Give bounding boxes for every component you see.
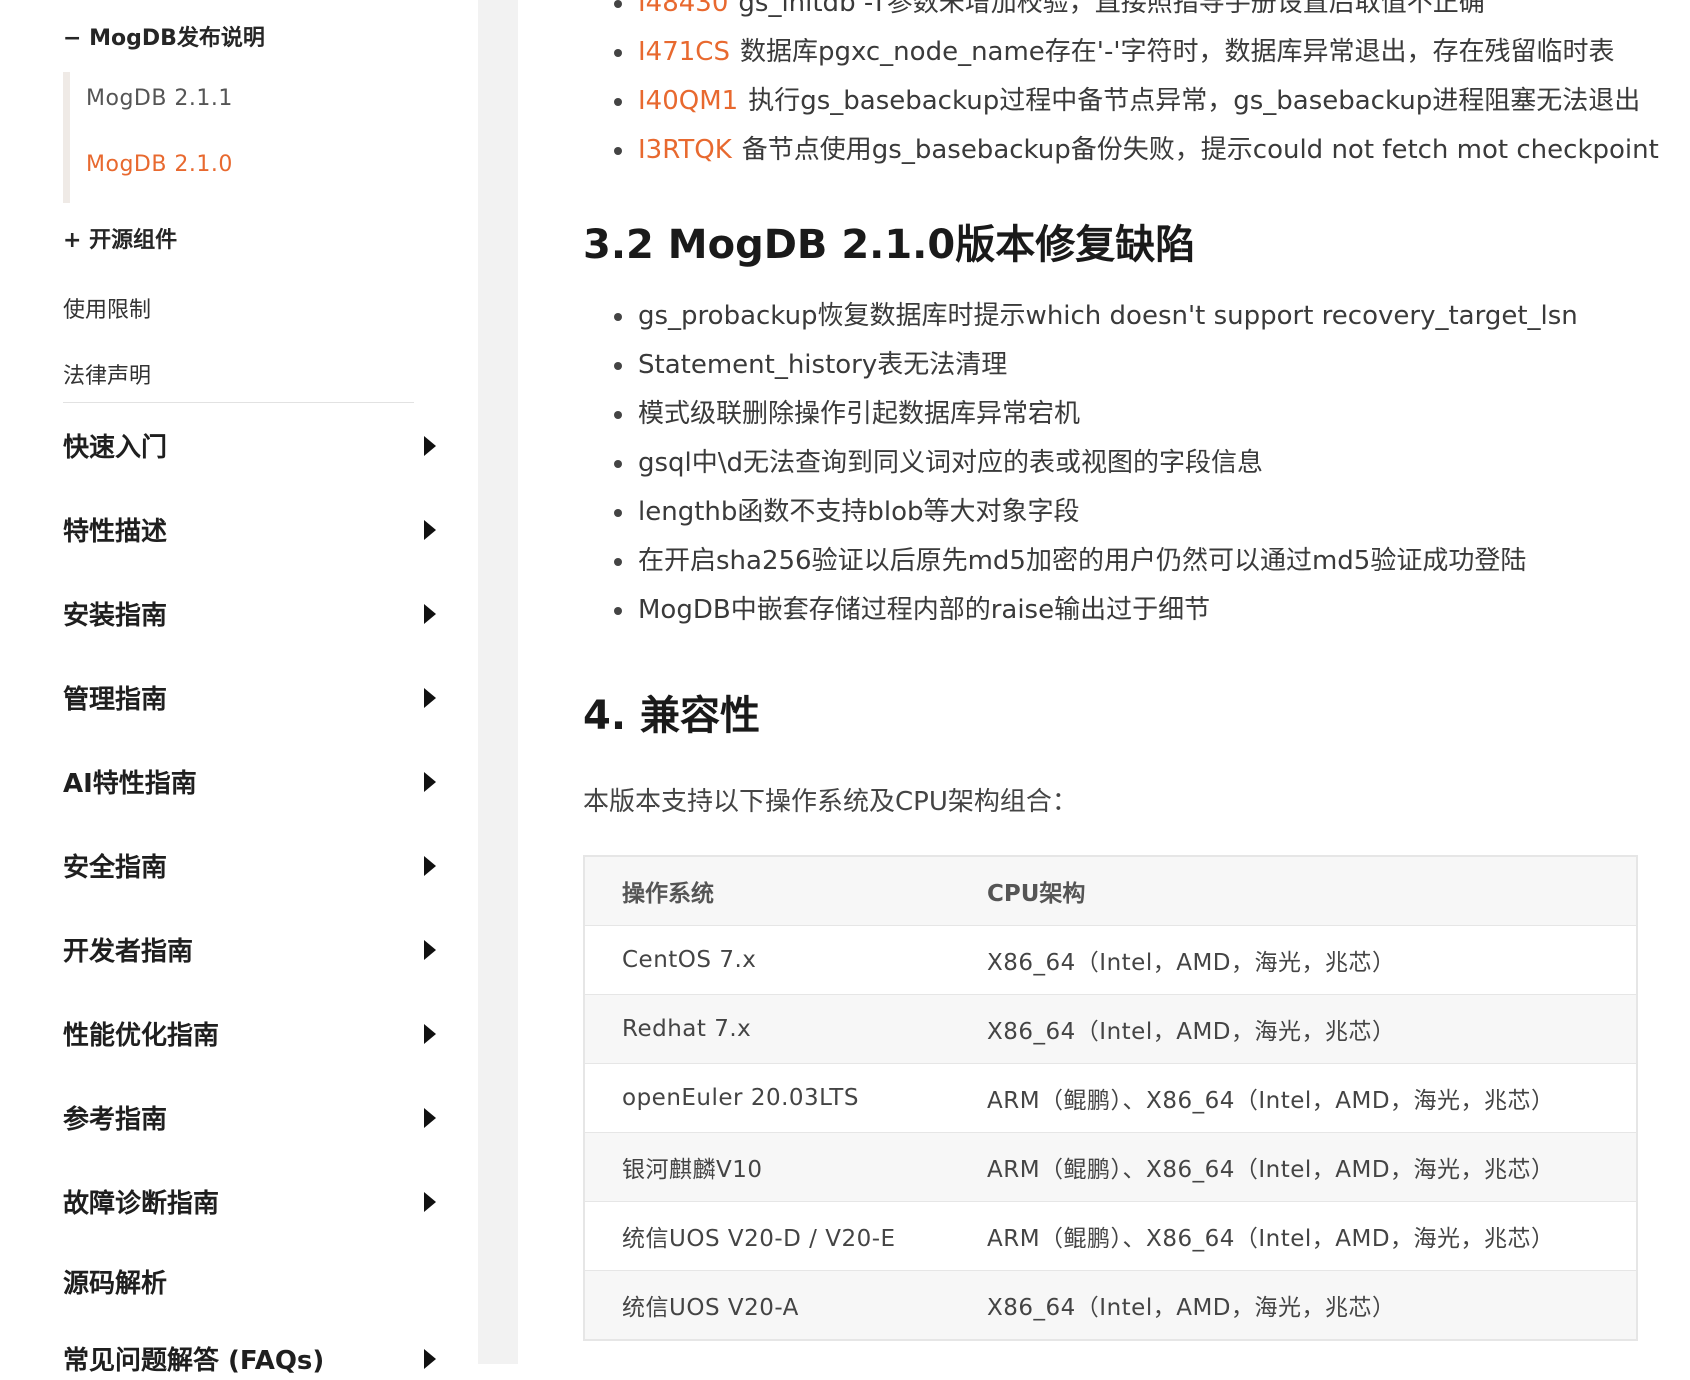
- list-item: I3RTQK 备节点使用gs_basebackup备份失败，提示could not…: [518, 133, 1659, 182]
- sidebar-section-ai[interactable]: AI特性指南: [63, 763, 443, 803]
- section-heading-3-2: 3.2 MogDB 2.1.0版本修复缺陷: [583, 222, 1196, 268]
- main-content: I48430 gs_initdb -T参数未增加校验，直接照指导手册设置后取值不正…: [518, 0, 1690, 1364]
- expand-arrow-icon: [424, 520, 436, 540]
- expand-arrow-icon: [424, 1108, 436, 1128]
- compat-table: 操作系统 CPU架构 CentOS 7.x X86_64（Intel，AMD，海光…: [583, 855, 1638, 1341]
- sidebar-section-performance[interactable]: 性能优化指南: [63, 1015, 443, 1055]
- sidebar-section-label: AI特性指南: [63, 769, 197, 799]
- sidebar-section-faqs[interactable]: 常见问题解答 (FAQs): [63, 1340, 443, 1380]
- sidebar-section-label: 安全指南: [63, 853, 168, 883]
- fix-list: gs_probackup恢复数据库时提示which doesn't suppor…: [518, 299, 1578, 642]
- issue-text: 执行gs_basebackup过程中备节点异常，gs_basebackup进程阻…: [748, 86, 1641, 116]
- sidebar-item-legal[interactable]: 法律声明: [63, 358, 151, 390]
- table-cell-cpu: X86_64（Intel，AMD，海光，兆芯）: [950, 925, 1637, 995]
- table-row: 统信UOS V20-D / V20-E ARM（鲲鹏）、X86_64（Intel，…: [584, 1201, 1637, 1271]
- expand-arrow-icon: [424, 940, 436, 960]
- issue-link[interactable]: I40QM1: [638, 86, 738, 116]
- table-cell-cpu: ARM（鲲鹏）、X86_64（Intel，AMD，海光，兆芯）: [950, 1063, 1637, 1133]
- expand-arrow-icon: [424, 1192, 436, 1212]
- issue-link[interactable]: I471CS: [638, 37, 730, 67]
- sidebar-item-mogdb-211[interactable]: MogDB 2.1.1: [86, 86, 233, 111]
- list-item: 模式级联删除操作引起数据库异常宕机: [518, 397, 1578, 446]
- table-cell-os: CentOS 7.x: [584, 925, 950, 995]
- sidebar-section-reference[interactable]: 参考指南: [63, 1099, 443, 1139]
- table-header-cpu: CPU架构: [950, 856, 1637, 926]
- sidebar: − MogDB发布说明 MogDB 2.1.1 MogDB 2.1.0 + 开源…: [0, 0, 478, 1376]
- issue-text: gs_initdb -T参数未增加校验，直接照指导手册设置后取值不正确: [738, 0, 1485, 18]
- list-item: gsql中\d无法查询到同义词对应的表或视图的字段信息: [518, 446, 1578, 495]
- sidebar-section-admin[interactable]: 管理指南: [63, 679, 443, 719]
- table-cell-os: openEuler 20.03LTS: [584, 1063, 950, 1133]
- sidebar-section-label: 故障诊断指南: [63, 1189, 220, 1219]
- list-item: Statement_history表无法清理: [518, 348, 1578, 397]
- sidebar-gutter: [478, 0, 518, 1364]
- issue-link[interactable]: I48430: [638, 0, 728, 18]
- issue-list: I48430 gs_initdb -T参数未增加校验，直接照指导手册设置后取值不正…: [518, 0, 1659, 182]
- sidebar-section-label: 快速入门: [63, 433, 168, 463]
- table-cell-os: 统信UOS V20-A: [584, 1270, 950, 1341]
- list-item: MogDB中嵌套存储过程内部的raise输出过于细节: [518, 593, 1578, 642]
- sidebar-section-label: 参考指南: [63, 1105, 168, 1135]
- table-row: 银河麒麟V10 ARM（鲲鹏）、X86_64（Intel，AMD，海光，兆芯）: [584, 1132, 1637, 1202]
- expand-arrow-icon: [424, 688, 436, 708]
- table-cell-cpu: ARM（鲲鹏）、X86_64（Intel，AMD，海光，兆芯）: [950, 1132, 1637, 1202]
- sidebar-section-label: 常见问题解答 (FAQs): [63, 1346, 325, 1376]
- expand-arrow-icon: [424, 856, 436, 876]
- expand-arrow-icon: [424, 772, 436, 792]
- sidebar-section-label: 性能优化指南: [63, 1021, 220, 1051]
- sidebar-divider: [63, 402, 414, 403]
- list-item: I471CS 数据库pgxc_node_name存在'-'字符时，数据库异常退出，…: [518, 35, 1659, 84]
- sidebar-section-label: 源码解析: [63, 1269, 168, 1299]
- sidebar-item-usage-limits[interactable]: 使用限制: [63, 292, 151, 324]
- table-cell-os: 银河麒麟V10: [584, 1132, 950, 1202]
- sidebar-section-security[interactable]: 安全指南: [63, 847, 443, 887]
- sidebar-group-release-notes[interactable]: − MogDB发布说明: [63, 20, 265, 52]
- sidebar-section-features[interactable]: 特性描述: [63, 511, 443, 551]
- sidebar-section-label: 管理指南: [63, 685, 168, 715]
- sidebar-section-label: 开发者指南: [63, 937, 194, 967]
- table-header-row: 操作系统 CPU架构: [584, 856, 1637, 926]
- section-heading-4: 4. 兼容性: [583, 693, 760, 739]
- expand-arrow-icon: [424, 604, 436, 624]
- table-header-os: 操作系统: [584, 856, 950, 926]
- expand-arrow-icon: [424, 1349, 436, 1369]
- issue-text: 备节点使用gs_basebackup备份失败，提示could not fetch…: [741, 135, 1659, 165]
- sidebar-section-label: 特性描述: [63, 517, 168, 547]
- sidebar-section-source[interactable]: 源码解析: [63, 1263, 443, 1303]
- list-item: I40QM1 执行gs_basebackup过程中备节点异常，gs_basebac…: [518, 84, 1659, 133]
- sidebar-item-mogdb-210[interactable]: MogDB 2.1.0: [86, 152, 233, 177]
- expand-arrow-icon: [424, 1024, 436, 1044]
- issue-link[interactable]: I3RTQK: [638, 135, 732, 165]
- table-cell-cpu: X86_64（Intel，AMD，海光，兆芯）: [950, 994, 1637, 1064]
- compat-intro: 本版本支持以下操作系统及CPU架构组合：: [583, 787, 1078, 817]
- table-cell-cpu: X86_64（Intel，AMD，海光，兆芯）: [950, 1270, 1637, 1341]
- sidebar-section-label: 安装指南: [63, 601, 168, 631]
- table-row: openEuler 20.03LTS ARM（鲲鹏）、X86_64（Intel，A…: [584, 1063, 1637, 1133]
- table-row: Redhat 7.x X86_64（Intel，AMD，海光，兆芯）: [584, 994, 1637, 1064]
- list-item: gs_probackup恢复数据库时提示which doesn't suppor…: [518, 299, 1578, 348]
- issue-text: 数据库pgxc_node_name存在'-'字符时，数据库异常退出，存在残留临时…: [739, 37, 1615, 67]
- sidebar-section-install[interactable]: 安装指南: [63, 595, 443, 635]
- expand-arrow-icon: [424, 436, 436, 456]
- list-item: 在开启sha256验证以后原先md5加密的用户仍然可以通过md5验证成功登陆: [518, 544, 1578, 593]
- sidebar-section-quickstart[interactable]: 快速入门: [63, 427, 443, 467]
- table-row: 统信UOS V20-A X86_64（Intel，AMD，海光，兆芯）: [584, 1270, 1637, 1341]
- table-cell-cpu: ARM（鲲鹏）、X86_64（Intel，AMD，海光，兆芯）: [950, 1201, 1637, 1271]
- sidebar-section-diagnosis[interactable]: 故障诊断指南: [63, 1183, 443, 1223]
- sidebar-group-open-source[interactable]: + 开源组件: [63, 222, 177, 254]
- sidebar-subgroup-indicator: [63, 72, 70, 203]
- list-item: I48430 gs_initdb -T参数未增加校验，直接照指导手册设置后取值不正…: [518, 0, 1659, 35]
- table-cell-os: 统信UOS V20-D / V20-E: [584, 1201, 950, 1271]
- table-cell-os: Redhat 7.x: [584, 994, 950, 1064]
- list-item: lengthb函数不支持blob等大对象字段: [518, 495, 1578, 544]
- sidebar-section-developer[interactable]: 开发者指南: [63, 931, 443, 971]
- table-row: CentOS 7.x X86_64（Intel，AMD，海光，兆芯）: [584, 925, 1637, 995]
